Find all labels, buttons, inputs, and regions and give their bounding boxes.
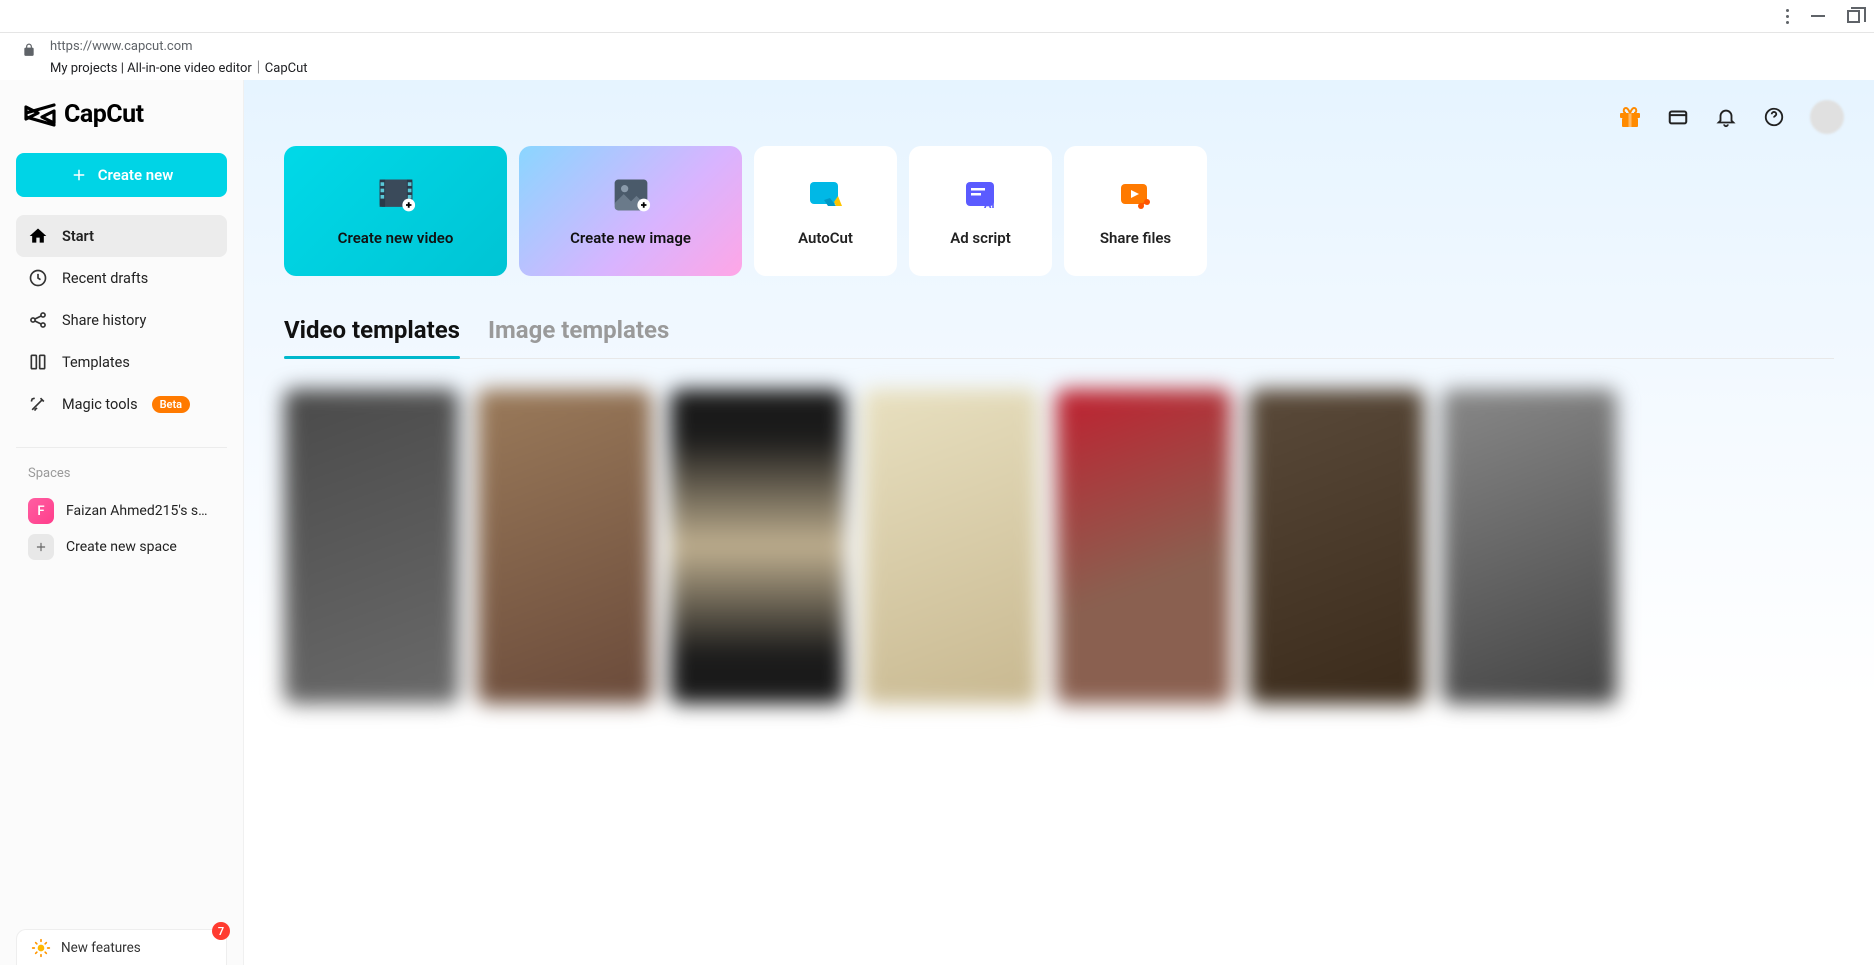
tab-image-templates[interactable]: Image templates <box>488 316 669 358</box>
template-tabs: Video templates Image templates <box>284 316 1834 359</box>
plus-icon <box>28 534 54 560</box>
create-new-video-card[interactable]: Create new video <box>284 146 507 276</box>
space-item[interactable]: F Faizan Ahmed215's s… <box>16 493 227 529</box>
user-avatar[interactable] <box>1810 100 1844 134</box>
browser-window-controls <box>0 0 1874 33</box>
image-icon <box>611 175 651 215</box>
create-new-button[interactable]: Create new <box>16 153 227 197</box>
notification-count-badge: 7 <box>212 922 230 940</box>
sidebar-item-label: Start <box>62 228 94 245</box>
create-new-image-card[interactable]: Create new image <box>519 146 742 276</box>
help-icon[interactable] <box>1762 105 1786 129</box>
template-thumbnail[interactable] <box>1442 389 1617 704</box>
beta-badge: Beta <box>152 396 191 413</box>
sidebar-item-label: Share history <box>62 312 146 329</box>
divider <box>16 447 227 448</box>
template-thumbnail[interactable] <box>284 389 459 704</box>
template-grid <box>284 389 1834 704</box>
page-url[interactable]: https://www.capcut.com <box>50 39 308 54</box>
template-thumbnail[interactable] <box>477 389 652 704</box>
film-icon <box>376 175 416 215</box>
new-features-label: New features <box>61 940 141 956</box>
bell-icon[interactable] <box>1714 105 1738 129</box>
share-files-card[interactable]: Share files <box>1064 146 1207 276</box>
template-thumbnail[interactable] <box>863 389 1038 704</box>
home-icon <box>28 226 48 246</box>
sidebar-item-label: Recent drafts <box>62 270 148 287</box>
window-minimize[interactable] <box>1811 15 1825 17</box>
lock-icon <box>22 43 36 57</box>
create-new-label: Create new <box>98 166 174 184</box>
sidebar-item-recent-drafts[interactable]: Recent drafts <box>16 257 227 299</box>
sidebar-item-label: Templates <box>62 354 130 371</box>
header-icons <box>1618 100 1844 134</box>
tab-video-templates[interactable]: Video templates <box>284 316 460 358</box>
plus-icon <box>70 166 88 184</box>
browser-menu-dots[interactable] <box>1786 9 1789 24</box>
sun-icon <box>31 938 51 958</box>
sidebar-item-magic-tools[interactable]: Magic tools Beta <box>16 383 227 425</box>
clock-icon <box>28 268 48 288</box>
create-space-label: Create new space <box>66 539 177 555</box>
page-title: My projects | All-in-one video editor｜Ca… <box>50 57 308 76</box>
svg-text:AI: AI <box>984 198 995 211</box>
new-features-button[interactable]: New features 7 <box>16 929 227 965</box>
card-label: Share files <box>1100 229 1171 247</box>
space-label: Faizan Ahmed215's s… <box>66 503 208 519</box>
capcut-logo-icon <box>24 101 56 129</box>
sidebar-item-share-history[interactable]: Share history <box>16 299 227 341</box>
browser-url-bar: https://www.capcut.com My projects | All… <box>0 33 1874 80</box>
ad-script-card[interactable]: AI Ad script <box>909 146 1052 276</box>
template-thumbnail[interactable] <box>1249 389 1424 704</box>
magic-icon <box>28 394 48 414</box>
autocut-card[interactable]: AutoCut <box>754 146 897 276</box>
ad-script-icon: AI <box>961 175 1001 215</box>
sidebar-item-label: Magic tools <box>62 396 138 413</box>
logo-text: CapCut <box>64 100 144 129</box>
autocut-icon <box>806 175 846 215</box>
card-label: Create new video <box>338 229 454 247</box>
card-label: AutoCut <box>798 229 853 247</box>
credit-icon[interactable] <box>1666 105 1690 129</box>
main-content: Create new video Create new image AutoCu… <box>244 80 1874 965</box>
window-maximize[interactable] <box>1847 10 1860 23</box>
template-thumbnail[interactable] <box>670 389 845 704</box>
template-thumbnail[interactable] <box>1056 389 1231 704</box>
sidebar-item-start[interactable]: Start <box>16 215 227 257</box>
space-avatar: F <box>28 498 54 524</box>
card-label: Ad script <box>950 229 1011 247</box>
card-label: Create new image <box>570 229 691 247</box>
spaces-section-label: Spaces <box>16 466 227 481</box>
create-new-space[interactable]: Create new space <box>16 529 227 565</box>
share-files-icon <box>1116 175 1156 215</box>
logo[interactable]: CapCut <box>24 100 227 129</box>
action-cards-row: Create new video Create new image AutoCu… <box>284 146 1834 276</box>
share-icon <box>28 310 48 330</box>
templates-icon <box>28 352 48 372</box>
sidebar: CapCut Create new Start Recent drafts Sh… <box>0 80 244 965</box>
sidebar-item-templates[interactable]: Templates <box>16 341 227 383</box>
gift-icon[interactable] <box>1618 105 1642 129</box>
